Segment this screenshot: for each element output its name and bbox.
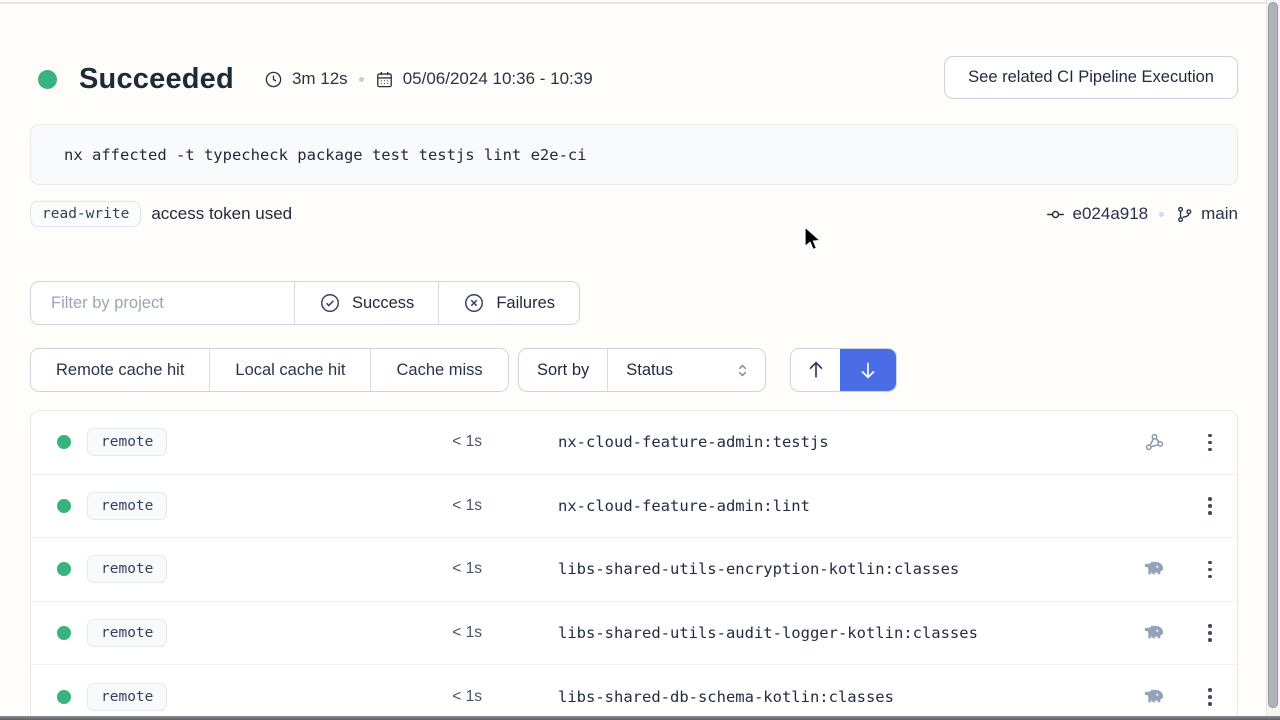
command-text: nx affected -t typecheck package test te…: [64, 146, 587, 164]
sort-field-select[interactable]: Status: [607, 349, 765, 391]
top-border-rule: [0, 2, 1266, 4]
cache-source-badge: remote: [87, 492, 167, 520]
git-branch-icon: [1175, 205, 1194, 224]
dot-separator: [1159, 212, 1164, 217]
task-duration: < 1s: [192, 433, 482, 451]
bottom-window-edge: [0, 716, 1280, 720]
x-circle-icon: [463, 292, 485, 314]
kebab-menu-icon[interactable]: [1183, 489, 1237, 523]
kebab-menu-icon[interactable]: [1183, 680, 1237, 714]
commit-icon: [1045, 204, 1066, 225]
filter-group: Success Failures: [30, 281, 580, 325]
task-name[interactable]: libs-shared-utils-audit-logger-kotlin:cl…: [482, 624, 1125, 642]
task-name[interactable]: nx-cloud-feature-admin:lint: [482, 497, 1125, 515]
task-status-dot: [57, 626, 71, 640]
remote-cache-hit-button[interactable]: Remote cache hit: [31, 349, 209, 391]
gradle-icon: [1142, 557, 1166, 581]
sort-group: Sort by Status: [518, 348, 766, 392]
access-token-badge: read-write: [30, 201, 141, 227]
sort-descending-button[interactable]: [840, 349, 896, 391]
sort-by-label: Sort by: [519, 349, 607, 391]
task-duration: < 1s: [192, 497, 482, 515]
task-status-dot: [57, 690, 71, 704]
task-row[interactable]: remote < 1s libs-shared-utils-audit-logg…: [31, 602, 1237, 666]
gradle-icon: [1142, 685, 1166, 709]
status-dot: [38, 70, 57, 89]
kebab-menu-icon[interactable]: [1183, 426, 1237, 460]
see-related-ci-pipeline-button[interactable]: See related CI Pipeline Execution: [944, 56, 1238, 99]
cache-source-badge: remote: [87, 619, 167, 647]
task-row[interactable]: remote < 1s libs-shared-db-schema-kotlin…: [31, 665, 1237, 720]
task-name[interactable]: nx-cloud-feature-admin:testjs: [482, 433, 1125, 451]
sort-direction-group: [790, 348, 897, 392]
cache-filter-group: Remote cache hit Local cache hit Cache m…: [30, 348, 509, 392]
sort-ascending-button[interactable]: [791, 349, 840, 391]
task-duration: < 1s: [192, 688, 482, 706]
task-name[interactable]: libs-shared-db-schema-kotlin:classes: [482, 688, 1125, 706]
task-row[interactable]: remote < 1s nx-cloud-feature-admin:testj…: [31, 411, 1237, 475]
vcs-info: e024a918 main: [1045, 204, 1239, 225]
duration-text: 3m 12s: [292, 69, 348, 89]
cache-miss-button[interactable]: Cache miss: [370, 349, 507, 391]
access-token-text: access token used: [151, 204, 292, 224]
token-row: read-write access token used e024a918 ma…: [30, 198, 1238, 230]
success-filter-label: Success: [352, 294, 414, 313]
kebab-menu-icon[interactable]: [1183, 553, 1237, 587]
page-title: Succeeded: [79, 63, 234, 96]
failures-filter-label: Failures: [496, 294, 555, 313]
scrollbar-track[interactable]: [1266, 0, 1280, 720]
calendar-icon: [375, 70, 394, 89]
chevron-up-down-icon: [734, 362, 751, 379]
cache-source-badge: remote: [87, 683, 167, 711]
duration-meta: 3m 12s: [264, 69, 348, 89]
task-status-dot: [57, 562, 71, 576]
sort-field-value: Status: [626, 361, 673, 380]
clock-icon: [264, 70, 283, 89]
run-header: Succeeded 3m 12s 05/06/2024 10:36 - 10:3…: [30, 56, 1238, 102]
branch-name[interactable]: main: [1201, 204, 1238, 224]
task-name[interactable]: libs-shared-utils-encryption-kotlin:clas…: [482, 560, 1125, 578]
task-duration: < 1s: [192, 624, 482, 642]
commit-hash[interactable]: e024a918: [1073, 204, 1149, 224]
mouse-cursor: [803, 226, 827, 252]
cache-source-badge: remote: [87, 555, 167, 583]
local-cache-hit-button[interactable]: Local cache hit: [209, 349, 370, 391]
check-circle-icon: [319, 292, 341, 314]
dot-separator: [359, 77, 364, 82]
kebab-menu-icon[interactable]: [1183, 616, 1237, 650]
task-status-dot: [57, 435, 71, 449]
command-box: nx affected -t typecheck package test te…: [30, 124, 1238, 185]
cache-source-badge: remote: [87, 428, 167, 456]
scrollbar-thumb[interactable]: [1268, 2, 1278, 708]
date-meta: 05/06/2024 10:36 - 10:39: [375, 69, 593, 89]
success-filter-button[interactable]: Success: [294, 282, 438, 324]
arrow-down-icon: [857, 359, 879, 381]
date-range-text: 05/06/2024 10:36 - 10:39: [403, 69, 593, 89]
filter-by-project-input[interactable]: [31, 282, 294, 324]
task-list: remote < 1s nx-cloud-feature-admin:testj…: [30, 410, 1238, 720]
task-row[interactable]: remote < 1s nx-cloud-feature-admin:lint: [31, 475, 1237, 539]
task-status-dot: [57, 499, 71, 513]
failures-filter-button[interactable]: Failures: [438, 282, 579, 324]
arrow-up-icon: [805, 359, 827, 381]
task-duration: < 1s: [192, 560, 482, 578]
gradle-icon: [1142, 621, 1166, 645]
task-graph-icon: [1143, 431, 1166, 454]
task-row[interactable]: remote < 1s libs-shared-utils-encryption…: [31, 538, 1237, 602]
